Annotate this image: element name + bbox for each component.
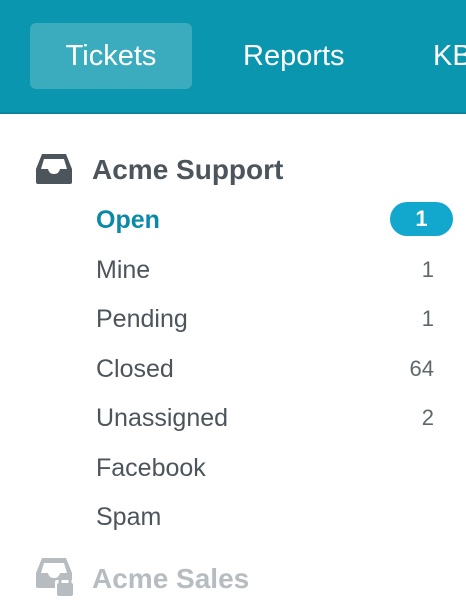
folder-count-badge: 1: [390, 202, 453, 236]
folder-spam[interactable]: Spam: [0, 499, 466, 539]
folder-open[interactable]: Open 1: [0, 202, 466, 242]
inbox-icon: [36, 154, 72, 184]
folder-count: 1: [421, 306, 434, 331]
folder-label: Unassigned: [96, 404, 229, 432]
mailbox-header[interactable]: Acme Support: [0, 147, 466, 191]
folder-label: Open: [96, 206, 160, 234]
mailbox-name: Acme Sales: [92, 563, 250, 594]
tab-kb[interactable]: KB: [433, 23, 466, 89]
folder-closed[interactable]: Closed 64: [0, 351, 466, 391]
top-navigation: Tickets Reports KB: [0, 0, 466, 114]
folder-facebook[interactable]: Facebook: [0, 450, 466, 490]
tab-reports[interactable]: Reports: [243, 23, 345, 89]
folder-mine[interactable]: Mine 1: [0, 252, 466, 292]
folder-count: 1: [421, 257, 434, 282]
folder-label: Facebook: [96, 454, 206, 482]
folder-label: Pending: [96, 305, 188, 333]
folder-count: 2: [421, 405, 434, 430]
locked-inbox-icon: [36, 558, 74, 598]
folder-pending[interactable]: Pending 1: [0, 301, 466, 341]
folder-count: 64: [409, 356, 434, 381]
folder-label: Closed: [96, 355, 174, 383]
tab-tickets[interactable]: Tickets: [30, 23, 192, 89]
folder-label: Spam: [96, 503, 162, 531]
mailbox-header[interactable]: Acme Sales: [0, 556, 466, 600]
folder-label: Mine: [96, 256, 151, 284]
mailbox-name: Acme Support: [92, 154, 284, 185]
folder-unassigned[interactable]: Unassigned 2: [0, 400, 466, 440]
